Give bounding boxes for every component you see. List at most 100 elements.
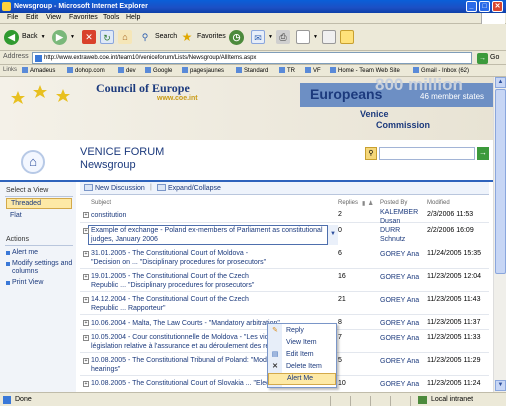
- page-subtitle: Newsgroup: [80, 159, 136, 171]
- row-subject[interactable]: 14.12.2004 - The Constitutional Court of…: [91, 295, 276, 314]
- messenger-button[interactable]: [340, 28, 354, 46]
- discuss-button[interactable]: [322, 28, 336, 46]
- back-button[interactable]: ◀ Back ▼: [4, 28, 46, 46]
- table-row[interactable]: + 31.01.2005 - The Constitutional Court …: [80, 247, 489, 269]
- menu-view[interactable]: View: [46, 14, 61, 21]
- favorites-button[interactable]: ★ Favorites: [180, 28, 226, 46]
- expand-icon[interactable]: +: [83, 228, 89, 234]
- windows-logo-icon: [481, 13, 505, 24]
- minimize-button[interactable]: _: [466, 1, 477, 12]
- row-modified: 2/3/2006 11:53: [427, 211, 474, 218]
- scroll-thumb[interactable]: [495, 89, 506, 274]
- window-title: Newsgroup - Microsoft Internet Explorer: [14, 3, 148, 10]
- expand-icon[interactable]: +: [83, 212, 89, 218]
- link-gmail[interactable]: Gmail - Inbox (62): [413, 67, 469, 74]
- vertical-scrollbar[interactable]: ▲ ▼: [493, 77, 506, 392]
- row-posted-by[interactable]: DURR Schnutz: [380, 226, 422, 244]
- search-button[interactable]: ⚲ Search: [138, 28, 177, 46]
- action-modify-settings[interactable]: Modify settings and columns: [12, 260, 74, 276]
- new-discussion-button[interactable]: New Discussion: [84, 184, 145, 192]
- expand-collapse-button[interactable]: Expand/Collapse: [157, 184, 221, 192]
- window-title-bar[interactable]: Newsgroup - Microsoft Internet Explorer …: [0, 0, 506, 13]
- expand-icon[interactable]: +: [83, 358, 89, 364]
- home-icon[interactable]: ⌂: [21, 150, 45, 174]
- row-posted-by[interactable]: GOREY Ana: [380, 334, 419, 343]
- menu-item-delete[interactable]: ✕ Delete Item: [268, 361, 336, 373]
- row-posted-by[interactable]: GOREY Ana: [380, 250, 419, 259]
- search-input[interactable]: [379, 147, 475, 160]
- ie-app-icon: [2, 2, 11, 11]
- edit-icon: ▤: [271, 351, 279, 358]
- menu-item-reply[interactable]: ✎ Reply: [268, 325, 336, 337]
- link-vf[interactable]: VF: [305, 67, 321, 74]
- link-google[interactable]: Google: [145, 67, 172, 74]
- menu-favorites[interactable]: Favorites: [69, 14, 98, 21]
- link-standard[interactable]: Standard: [236, 67, 268, 74]
- action-alert-me[interactable]: Alert me: [12, 249, 38, 257]
- stop-button[interactable]: ✕: [82, 28, 96, 46]
- forward-button[interactable]: ▶ ▼: [52, 28, 75, 46]
- row-subject[interactable]: constitution: [91, 211, 336, 220]
- row-menu-dropdown-icon[interactable]: ▼: [327, 225, 338, 245]
- menu-item-view[interactable]: View Item: [268, 337, 336, 349]
- link-amadeus[interactable]: Amadeus: [22, 67, 55, 74]
- link-dev[interactable]: dev: [118, 67, 136, 74]
- edit-button[interactable]: ▼: [296, 28, 318, 46]
- maximize-button[interactable]: □: [479, 1, 490, 12]
- scroll-up-icon[interactable]: ▲: [495, 77, 506, 88]
- row-posted-by[interactable]: GOREY Ana: [380, 319, 419, 328]
- row-posted-by[interactable]: GOREY Ana: [380, 273, 419, 282]
- alert-icon: [6, 251, 10, 255]
- go-button[interactable]: → Go: [477, 52, 499, 64]
- view-threaded[interactable]: Threaded: [6, 198, 72, 209]
- column-subject[interactable]: Subject: [91, 200, 111, 206]
- print-icon: [6, 281, 10, 285]
- link-home-team[interactable]: Home - Team Web Site: [330, 67, 400, 74]
- menu-item-alert-me[interactable]: Alert Me: [268, 373, 336, 385]
- menu-help[interactable]: Help: [126, 14, 140, 21]
- menu-tools[interactable]: Tools: [103, 14, 119, 21]
- column-posted-by[interactable]: Posted By: [380, 200, 407, 206]
- row-posted-by[interactable]: GOREY Ana: [380, 296, 419, 305]
- close-button[interactable]: ✕: [492, 1, 503, 12]
- expand-icon[interactable]: +: [83, 335, 89, 341]
- site-search: ⚲ →: [365, 147, 490, 161]
- link-pagesjaunes[interactable]: pagesjaunes: [182, 67, 224, 74]
- link-dohop[interactable]: dohop.com: [67, 67, 105, 74]
- table-row-selected[interactable]: + Example of exchange - Poland ex-member…: [80, 224, 489, 246]
- row-posted-by[interactable]: GOREY Ana: [380, 380, 419, 389]
- expand-icon[interactable]: +: [83, 297, 89, 303]
- banner-commission: Commission: [376, 120, 431, 130]
- row-subject[interactable]: Example of exchange - Poland ex-members …: [91, 226, 323, 244]
- row-subject[interactable]: 31.01.2005 - The Constitutional Court of…: [91, 249, 276, 268]
- column-modified[interactable]: Modified: [427, 200, 450, 206]
- expand-icon[interactable]: +: [83, 251, 89, 257]
- expand-icon[interactable]: +: [83, 381, 89, 387]
- expand-icon[interactable]: +: [83, 274, 89, 280]
- home-button[interactable]: ⌂: [118, 28, 132, 46]
- menu-edit[interactable]: Edit: [26, 14, 38, 21]
- org-name: Council of Europe: [96, 81, 190, 95]
- search-go-button[interactable]: →: [477, 147, 489, 160]
- scroll-down-icon[interactable]: ▼: [495, 380, 506, 391]
- go-arrow-icon: →: [477, 52, 488, 64]
- menu-file[interactable]: File: [7, 14, 18, 21]
- address-input[interactable]: http://www.extraweb.coe.int/team10/venic…: [32, 52, 472, 64]
- view-flat[interactable]: Flat: [10, 212, 22, 220]
- row-subject[interactable]: 19.01.2005 - The Constitutional Court of…: [91, 272, 276, 291]
- action-print-view[interactable]: Print View: [12, 279, 43, 287]
- row-posted-by[interactable]: GOREY Ana: [380, 357, 419, 366]
- mail-button[interactable]: ✉ ▼: [251, 28, 273, 46]
- print-icon: ⎙: [276, 30, 290, 44]
- expand-icon[interactable]: +: [83, 320, 89, 326]
- table-row[interactable]: + 19.01.2005 - The Constitutional Court …: [80, 270, 489, 292]
- table-row[interactable]: + constitution 2 KALEMBER Dusan 2/3/2006…: [80, 208, 489, 225]
- refresh-button[interactable]: ↻: [100, 28, 114, 46]
- column-replies[interactable]: Replies: [338, 200, 358, 206]
- link-tr[interactable]: TR: [279, 67, 295, 74]
- print-button[interactable]: ⎙: [276, 28, 290, 46]
- menu-item-edit[interactable]: ▤ Edit Item: [268, 349, 336, 361]
- address-bar: Address http://www.extraweb.coe.int/team…: [0, 51, 506, 65]
- history-button[interactable]: ◷: [229, 28, 244, 46]
- table-row[interactable]: + 14.12.2004 - The Constitutional Court …: [80, 293, 489, 315]
